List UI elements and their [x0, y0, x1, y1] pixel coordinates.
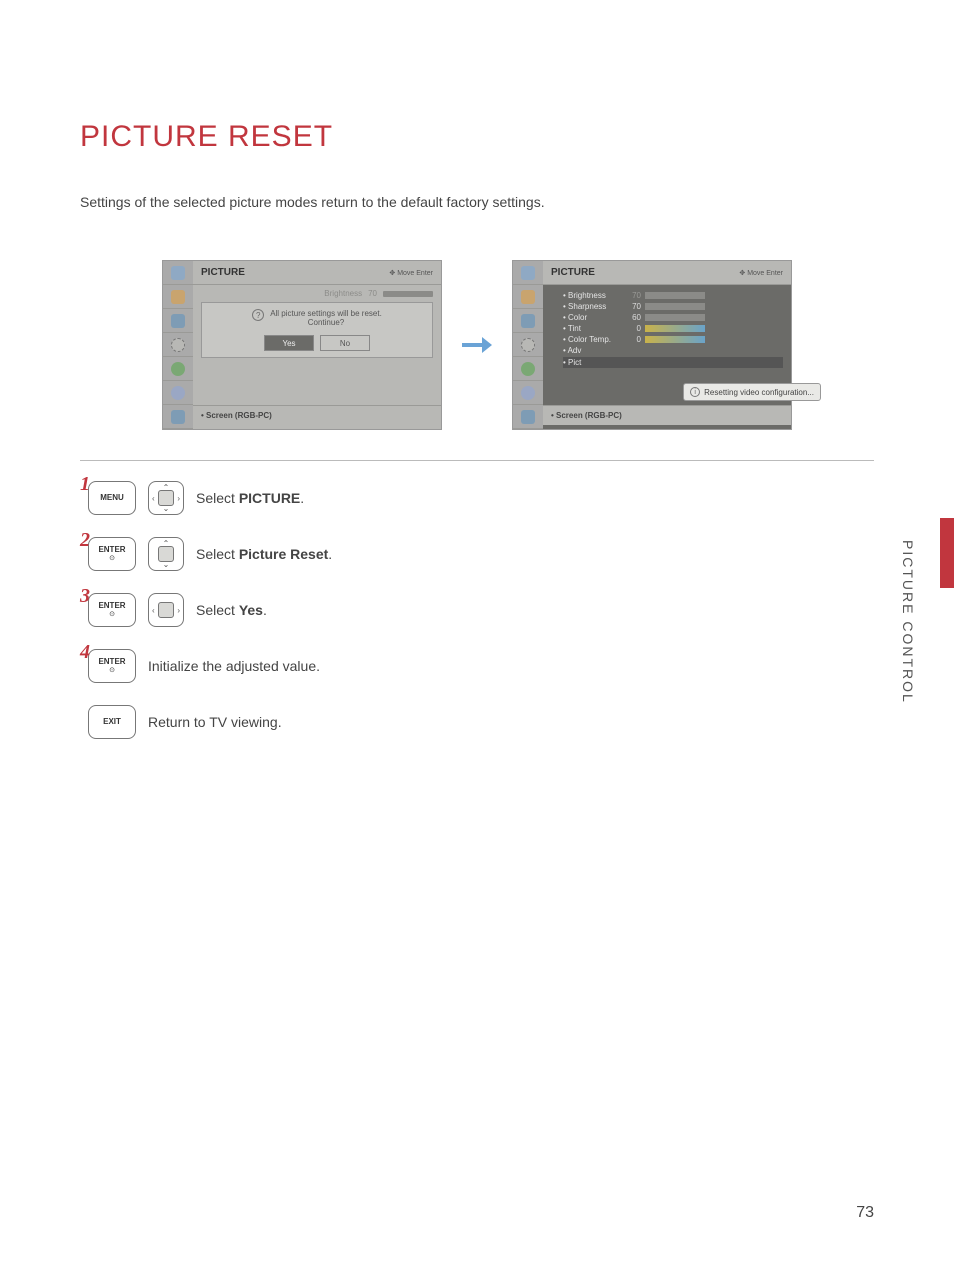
chevron-right-icon: ›	[177, 494, 180, 503]
osd-row-value: 70	[623, 302, 641, 311]
osd-row-label: Sharpness	[563, 302, 623, 311]
osd-row-value: 70	[623, 291, 641, 300]
nav-pad[interactable]: ⌃ ⌄	[148, 537, 184, 571]
osd-tab-icon	[513, 333, 543, 357]
slider-bar	[645, 336, 705, 343]
chevron-up-icon: ⌃	[163, 483, 170, 492]
step-text: Select Picture Reset.	[196, 546, 332, 562]
dialog-text: All picture settings will be reset.	[270, 309, 382, 318]
nav-pad[interactable]: ‹ ›	[148, 593, 184, 627]
step-number: 3	[80, 585, 90, 608]
step-3: 3 ENTER⊙ ‹ › Select Yes.	[88, 593, 874, 627]
chevron-down-icon: ⌄	[163, 504, 170, 513]
osd-tab-icon	[163, 285, 193, 309]
osd-title: PICTURE	[551, 267, 595, 278]
nav-pad[interactable]: ‹ › ⌃ ⌄	[148, 481, 184, 515]
steps-list: 1 MENU ‹ › ⌃ ⌄ Select PICTURE. 2 ENTER⊙ …	[88, 481, 874, 739]
slider-bar	[645, 314, 705, 321]
screenshot-row: PICTURE ✥ Move Enter Brightness 70 ? All…	[80, 260, 874, 430]
step-5: EXIT Return to TV viewing.	[88, 705, 874, 739]
divider	[80, 460, 874, 461]
osd-tab-icon	[163, 309, 193, 333]
osd-footer: • Screen (RGB-PC)	[193, 405, 441, 425]
osd-tab-icon	[163, 261, 193, 285]
osd-row-value: 0	[623, 335, 641, 344]
page-number: 73	[856, 1204, 874, 1222]
page-title: PICTURE RESET	[80, 120, 874, 154]
question-icon: ?	[252, 309, 264, 321]
osd-row-label: Brightness	[563, 291, 623, 300]
exit-key[interactable]: EXIT	[88, 705, 136, 739]
slider-bar	[383, 291, 433, 297]
chevron-down-icon: ⌄	[163, 560, 170, 569]
osd-footer: • Screen (RGB-PC)	[543, 405, 791, 425]
osd-row-label: Color Temp.	[563, 335, 623, 344]
chevron-up-icon: ⌃	[163, 539, 170, 548]
chevron-left-icon: ‹	[152, 494, 155, 503]
osd-tab-icon	[513, 357, 543, 381]
osd-tab-icon	[163, 405, 193, 429]
step-4: 4 ENTER⊙ Initialize the adjusted value.	[88, 649, 874, 683]
osd-hint: ✥ Move Enter	[389, 269, 433, 277]
confirm-dialog: ? All picture settings will be reset. Co…	[201, 302, 433, 358]
osd-tab-icon	[513, 285, 543, 309]
step-number: 2	[80, 529, 90, 552]
chevron-right-icon: ›	[177, 606, 180, 615]
no-button[interactable]: No	[320, 335, 370, 351]
osd-screen-right: PICTURE ✥ Move Enter Brightness70 Sharpn…	[512, 260, 792, 430]
osd-tab-icon	[163, 357, 193, 381]
osd-tab-icon	[163, 333, 193, 357]
osd-row-label: Tint	[563, 324, 623, 333]
menu-key[interactable]: MENU	[88, 481, 136, 515]
toast-message: i Resetting video configuration...	[683, 383, 821, 401]
arrow-icon	[462, 339, 492, 351]
enter-key[interactable]: ENTER⊙	[88, 649, 136, 683]
osd-tab-icon	[163, 381, 193, 405]
enter-key[interactable]: ENTER⊙	[88, 593, 136, 627]
osd-setting-value: 70	[368, 289, 377, 298]
slider-bar	[645, 303, 705, 310]
step-text: Select Yes.	[196, 602, 267, 618]
intro-text: Settings of the selected picture modes r…	[80, 194, 874, 210]
chevron-left-icon: ‹	[152, 606, 155, 615]
osd-row-label: Adv	[563, 346, 623, 355]
dialog-text: Continue?	[308, 318, 344, 327]
osd-screen-left: PICTURE ✥ Move Enter Brightness 70 ? All…	[162, 260, 442, 430]
osd-tab-icon	[513, 261, 543, 285]
osd-row-label: Pict	[563, 358, 623, 367]
osd-row-label: Color	[563, 313, 623, 322]
step-2: 2 ENTER⊙ ⌃ ⌄ Select Picture Reset.	[88, 537, 874, 571]
slider-bar	[645, 292, 705, 299]
step-number: 1	[80, 473, 90, 496]
step-text: Initialize the adjusted value.	[148, 658, 320, 674]
osd-tab-icon	[513, 309, 543, 333]
step-1: 1 MENU ‹ › ⌃ ⌄ Select PICTURE.	[88, 481, 874, 515]
info-icon: i	[690, 387, 700, 397]
osd-hint: ✥ Move Enter	[739, 269, 783, 277]
osd-setting-label: Brightness	[324, 289, 362, 298]
step-number: 4	[80, 641, 90, 664]
step-text: Return to TV viewing.	[148, 714, 282, 730]
side-tab	[940, 518, 954, 588]
osd-row-value: 0	[623, 324, 641, 333]
slider-bar	[645, 325, 705, 332]
yes-button[interactable]: Yes	[264, 335, 314, 351]
enter-key[interactable]: ENTER⊙	[88, 537, 136, 571]
osd-tab-icon	[513, 405, 543, 429]
section-label: PICTURE CONTROL	[900, 540, 916, 704]
osd-row-value: 60	[623, 313, 641, 322]
osd-tab-icon	[513, 381, 543, 405]
step-text: Select PICTURE.	[196, 490, 304, 506]
osd-title: PICTURE	[201, 267, 245, 278]
